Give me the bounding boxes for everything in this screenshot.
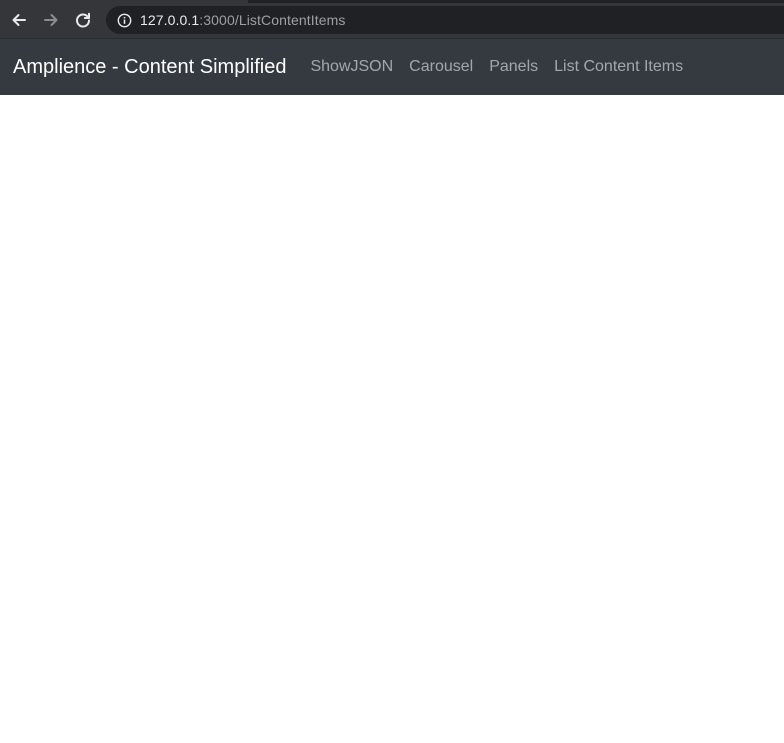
reload-button[interactable]: [72, 9, 94, 31]
arrow-right-icon: [42, 11, 60, 29]
nav-link-list-content-items[interactable]: List Content Items: [554, 58, 683, 76]
site-navbar: Amplience - Content Simplified ShowJSON …: [0, 39, 784, 95]
active-tab-edge: [0, 0, 248, 3]
reload-icon: [74, 11, 92, 29]
navbar-links: ShowJSON Carousel Panels List Content It…: [310, 58, 699, 76]
tab-strip: [0, 0, 784, 3]
url-text[interactable]: 127.0.0.1:3000/ListContentItems: [140, 12, 345, 28]
url-host: 127.0.0.1: [140, 12, 200, 28]
arrow-left-icon: [10, 11, 28, 29]
url-path: :3000/ListContentItems: [199, 12, 346, 28]
nav-link-showjson[interactable]: ShowJSON: [310, 58, 393, 76]
address-bar[interactable]: 127.0.0.1:3000/ListContentItems: [106, 6, 784, 34]
navbar-brand[interactable]: Amplience - Content Simplified: [13, 56, 286, 79]
page-content: [0, 95, 784, 743]
browser-toolbar: 127.0.0.1:3000/ListContentItems: [0, 0, 784, 39]
info-icon[interactable]: [116, 12, 132, 28]
back-button[interactable]: [8, 9, 30, 31]
nav-link-carousel[interactable]: Carousel: [409, 58, 473, 76]
nav-link-panels[interactable]: Panels: [489, 58, 538, 76]
forward-button[interactable]: [40, 9, 62, 31]
